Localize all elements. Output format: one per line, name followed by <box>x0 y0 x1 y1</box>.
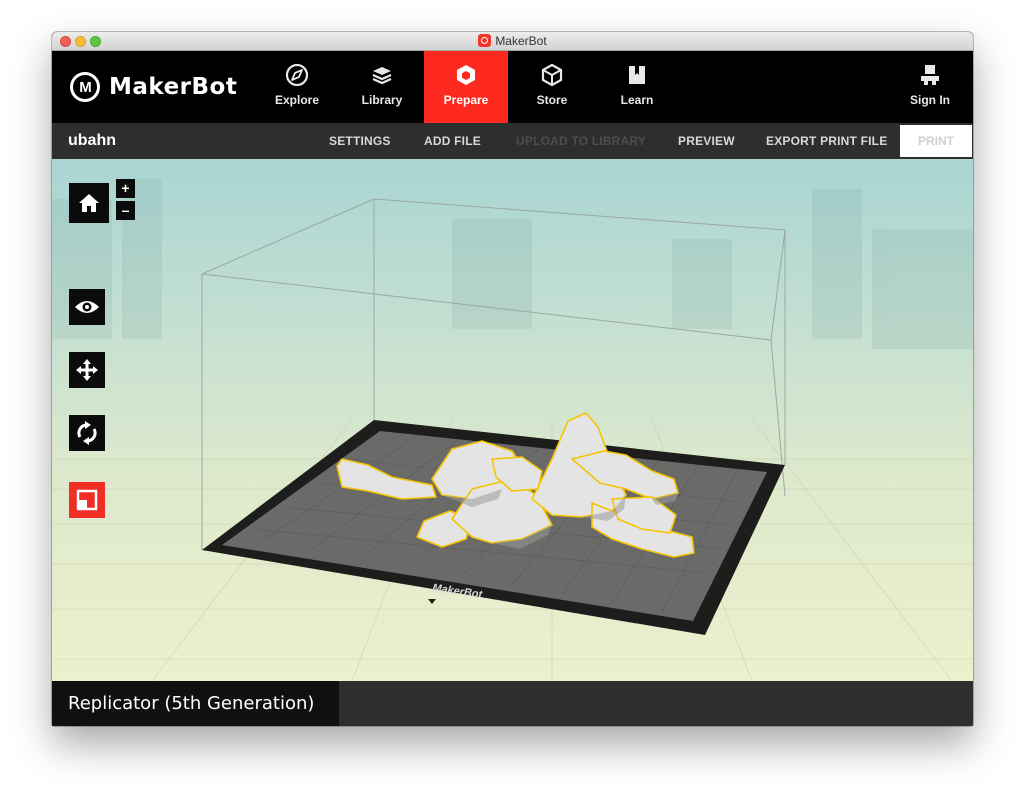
printer-selector[interactable]: Replicator (5th Generation) <box>52 681 339 726</box>
settings-button[interactable]: SETTINGS <box>329 123 391 159</box>
prepare-icon <box>457 65 475 85</box>
file-name: ubahn <box>68 132 116 149</box>
window-title: MakerBot <box>52 34 973 48</box>
nav-store[interactable]: Store <box>510 51 594 123</box>
home-view-button[interactable] <box>69 183 109 223</box>
build-scene: MakerBot <box>52 179 973 681</box>
compass-icon <box>285 63 309 87</box>
export-print-file-button[interactable]: EXPORT PRINT FILE <box>766 123 887 159</box>
city-background <box>52 179 973 349</box>
scale-icon <box>76 489 98 511</box>
nav-sign-in-label: Sign In <box>910 93 950 107</box>
makerbot-logo[interactable]: M MakerBot <box>70 71 237 103</box>
nav-prepare-label: Prepare <box>443 93 489 107</box>
logo-text: MakerBot <box>109 74 238 100</box>
add-file-button[interactable]: ADD FILE <box>424 123 481 159</box>
zoom-in-button[interactable]: + <box>116 179 135 198</box>
user-icon <box>921 65 939 85</box>
app-window: MakerBot M MakerBot Explore Library Prep… <box>52 32 973 726</box>
action-bar: ubahn SETTINGS ADD FILE UPLOAD TO LIBRAR… <box>52 123 973 159</box>
nav-library[interactable]: Library <box>340 51 424 123</box>
home-icon <box>79 194 99 212</box>
book-icon <box>629 66 645 84</box>
nav-learn[interactable]: Learn <box>595 51 679 123</box>
nav-explore[interactable]: Explore <box>255 51 339 123</box>
rotate-icon <box>77 421 97 445</box>
rotate-tool-button[interactable] <box>69 415 105 451</box>
upload-to-library-button[interactable]: UPLOAD TO LIBRARY <box>516 123 646 159</box>
move-icon <box>76 359 98 381</box>
3d-viewport[interactable]: MakerBot + – <box>52 159 973 681</box>
box-icon <box>541 63 563 87</box>
nav-library-label: Library <box>361 93 403 107</box>
preview-button[interactable]: PREVIEW <box>678 123 735 159</box>
top-nav: M MakerBot Explore Library Prepare Store… <box>52 51 973 123</box>
print-button[interactable]: PRINT <box>900 125 972 157</box>
view-tool-button[interactable] <box>69 289 105 325</box>
zoom-out-button[interactable]: – <box>116 201 135 220</box>
library-icon <box>372 67 392 85</box>
nav-store-label: Store <box>536 93 568 107</box>
nav-sign-in[interactable]: Sign In <box>888 51 972 123</box>
printer-name: Replicator (5th Generation) <box>68 693 315 714</box>
nav-learn-label: Learn <box>620 93 654 107</box>
logo-mark-icon: M <box>70 72 100 102</box>
nav-explore-label: Explore <box>274 93 319 107</box>
eye-icon <box>75 301 99 313</box>
scale-tool-button[interactable] <box>69 482 105 518</box>
move-tool-button[interactable] <box>69 352 105 388</box>
app-icon <box>478 34 492 47</box>
nav-prepare[interactable]: Prepare <box>424 51 508 123</box>
title-bar: MakerBot <box>52 32 973 51</box>
status-bar: Replicator (5th Generation) <box>52 681 973 726</box>
